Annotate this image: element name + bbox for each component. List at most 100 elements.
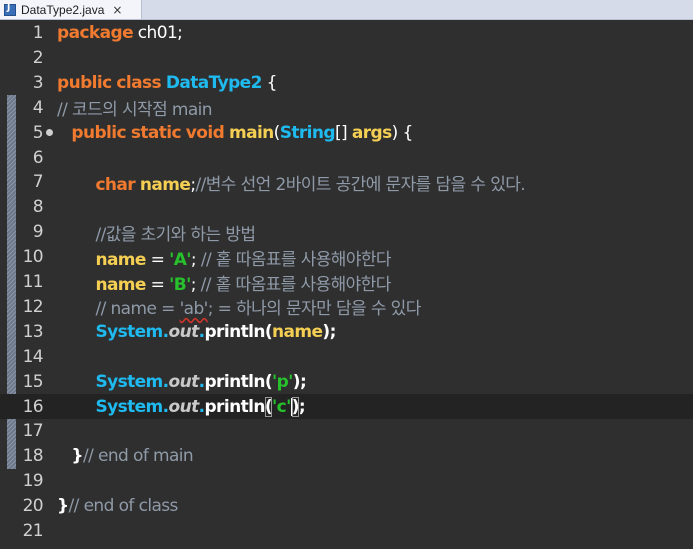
code-line[interactable]: 4 // 코드의 시작점 main <box>0 95 693 121</box>
code-line[interactable]: 21 <box>0 519 693 544</box>
line-number: 8 <box>32 197 44 218</box>
tab-datatype2-java[interactable]: DataType2.java × <box>0 0 142 19</box>
code-token: static <box>130 122 182 143</box>
code-line[interactable]: 1 package ch01; <box>0 21 693 46</box>
line-number: 1 <box>32 23 44 43</box>
code-token: 'A' <box>169 249 191 270</box>
fold-marker-icon[interactable] <box>46 129 53 137</box>
code-token: DataType2 <box>165 72 263 93</box>
tab-title: DataType2.java <box>21 2 105 17</box>
line-number: 3 <box>32 72 44 93</box>
code-token: println <box>204 396 265 417</box>
code-token: ; = 하나의 문자만 담을 수 있다 <box>207 299 422 320</box>
code-line[interactable]: 11 name = 'B'; // 홑 따옴표를 사용해야한다 <box>0 270 693 295</box>
code-token: } <box>71 446 83 467</box>
code-line[interactable]: 13 System.out.println(name); <box>0 319 693 344</box>
code-token: ; <box>298 396 306 417</box>
code-line[interactable]: 18 }// end of main <box>0 444 693 469</box>
code-token: ; <box>190 249 201 270</box>
code-token: println( <box>204 321 272 342</box>
code-line[interactable]: 20 }// end of class <box>0 494 693 519</box>
code-token: // name = <box>95 299 180 320</box>
code-token: = <box>145 249 170 270</box>
code-line[interactable]: 7 char name;//변수 선언 2바이트 공간에 문자를 담을 수 있다… <box>0 170 693 195</box>
code-text: public class DataType2 { <box>57 73 277 93</box>
code-token: 'B' <box>169 274 191 295</box>
code-token: { <box>261 72 278 93</box>
code-token: 'c' <box>272 396 291 417</box>
code-line[interactable]: 19 <box>0 469 693 494</box>
code-token: System. <box>95 371 169 392</box>
line-number: 12 <box>22 296 44 317</box>
code-text: }// end of main <box>57 446 193 466</box>
code-token: // 홑 따옴표를 사용해야한다 <box>200 274 392 295</box>
code-token: out <box>168 371 200 392</box>
code-line[interactable]: 12 // name = 'ab'; = 하나의 문자만 담을 수 있다 <box>0 294 693 320</box>
line-number: 20 <box>22 496 44 517</box>
code-line[interactable]: 17 <box>0 419 693 444</box>
code-line[interactable]: 3 public class DataType2 { <box>0 70 693 95</box>
code-token: ); <box>292 371 307 392</box>
line-number: 5 <box>32 122 44 143</box>
code-token: // 코드의 시작점 main <box>57 100 213 121</box>
code-token: package <box>57 23 134 43</box>
code-text: System.out.println(name); <box>57 322 336 342</box>
code-token: [] <box>334 122 352 143</box>
java-file-icon <box>4 3 16 16</box>
line-number: 15 <box>22 371 44 392</box>
code-line[interactable]: 5 public static void main(String[] args)… <box>0 120 693 145</box>
code-text: // name = 'ab'; = 하나의 문자만 담을 수 있다 <box>57 294 421 319</box>
editor-tab-bar: DataType2.java × <box>0 0 693 20</box>
editor-window: DataType2.java × 1 package ch01; 2 3 public … <box>0 0 693 549</box>
code-token: // end of class <box>68 496 179 517</box>
code-text: public static void main(String[] args) { <box>57 123 413 143</box>
code-token: ; <box>190 274 201 295</box>
code-text: // 코드의 시작점 main <box>57 95 213 121</box>
code-token: args <box>351 122 392 143</box>
code-line[interactable]: 2 <box>0 45 693 70</box>
code-token: println( <box>204 371 272 392</box>
code-line[interactable]: 15 System.out.println('p'); <box>0 369 693 394</box>
code-token: name <box>95 249 146 270</box>
code-token: 'ab' <box>179 299 209 320</box>
code-line[interactable]: 16 System.out.println('c'); <box>0 394 693 419</box>
code-token: //변수 선언 2바이트 공간에 문자를 담을 수 있다. <box>195 174 526 195</box>
code-line[interactable]: 9 //값을 초기와 하는 방법 <box>0 220 693 245</box>
code-line[interactable]: 14 <box>0 344 693 369</box>
code-token: out <box>168 321 200 342</box>
code-token: class <box>116 72 162 93</box>
code-line[interactable]: 6 <box>0 145 693 170</box>
code-line[interactable]: 10 name = 'A'; // 홑 따옴표를 사용해야한다 <box>0 245 693 270</box>
line-number: 14 <box>22 346 44 367</box>
code-token: void <box>185 122 225 143</box>
code-token: name <box>95 274 146 295</box>
code-text: System.out.println('c'); <box>57 396 306 417</box>
code-editor[interactable]: 1 package ch01; 2 3 public class DataType2 {… <box>0 20 693 549</box>
close-icon[interactable]: × <box>112 4 122 16</box>
line-number: 18 <box>22 446 44 467</box>
code-token: ); <box>322 321 336 342</box>
line-number: 10 <box>22 247 44 268</box>
code-token: name <box>272 321 323 342</box>
code-token: char <box>95 174 136 195</box>
code-text: name = 'A'; // 홑 따옴표를 사용해야한다 <box>57 245 391 270</box>
code-line[interactable]: 8 <box>0 195 693 220</box>
code-token: System. <box>95 396 169 417</box>
code-token: main <box>228 122 274 143</box>
line-number: 9 <box>32 222 44 243</box>
code-text: name = 'B'; // 홑 따옴표를 사용해야한다 <box>57 270 391 295</box>
code-token: ch01; <box>133 23 183 43</box>
code-token: System. <box>95 321 169 342</box>
line-number: 11 <box>22 272 44 292</box>
code-text: }// end of class <box>57 496 178 516</box>
code-text: //값을 초기와 하는 방법 <box>57 220 256 245</box>
code-token: out <box>168 396 200 417</box>
